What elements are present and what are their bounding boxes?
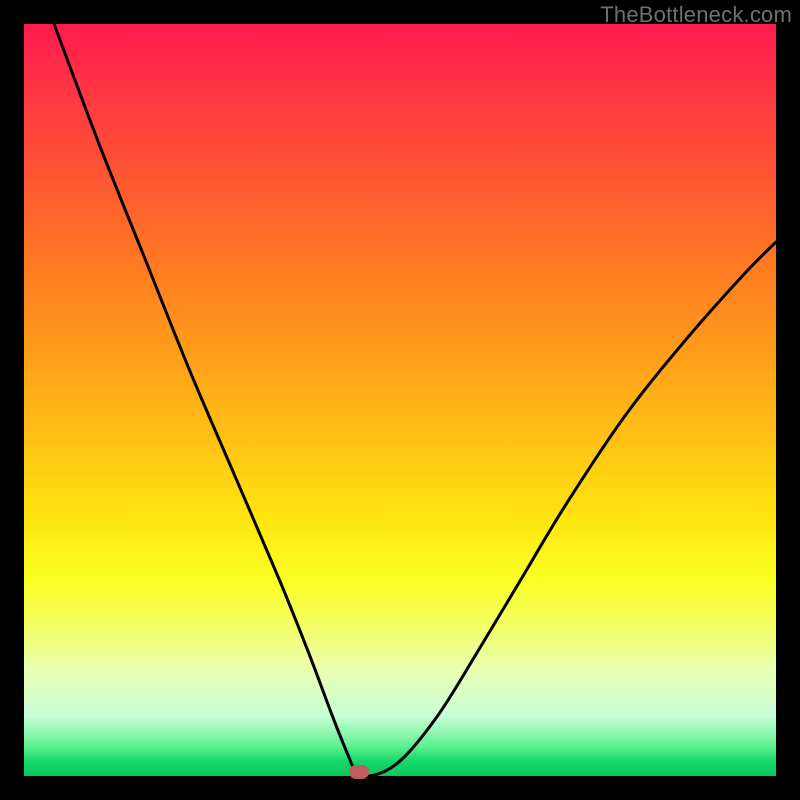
chart-frame: TheBottleneck.com [0,0,800,800]
plot-area [24,24,776,776]
watermark-text: TheBottleneck.com [600,2,792,28]
bottleneck-curve [24,24,776,776]
optimal-point-marker [349,765,369,779]
